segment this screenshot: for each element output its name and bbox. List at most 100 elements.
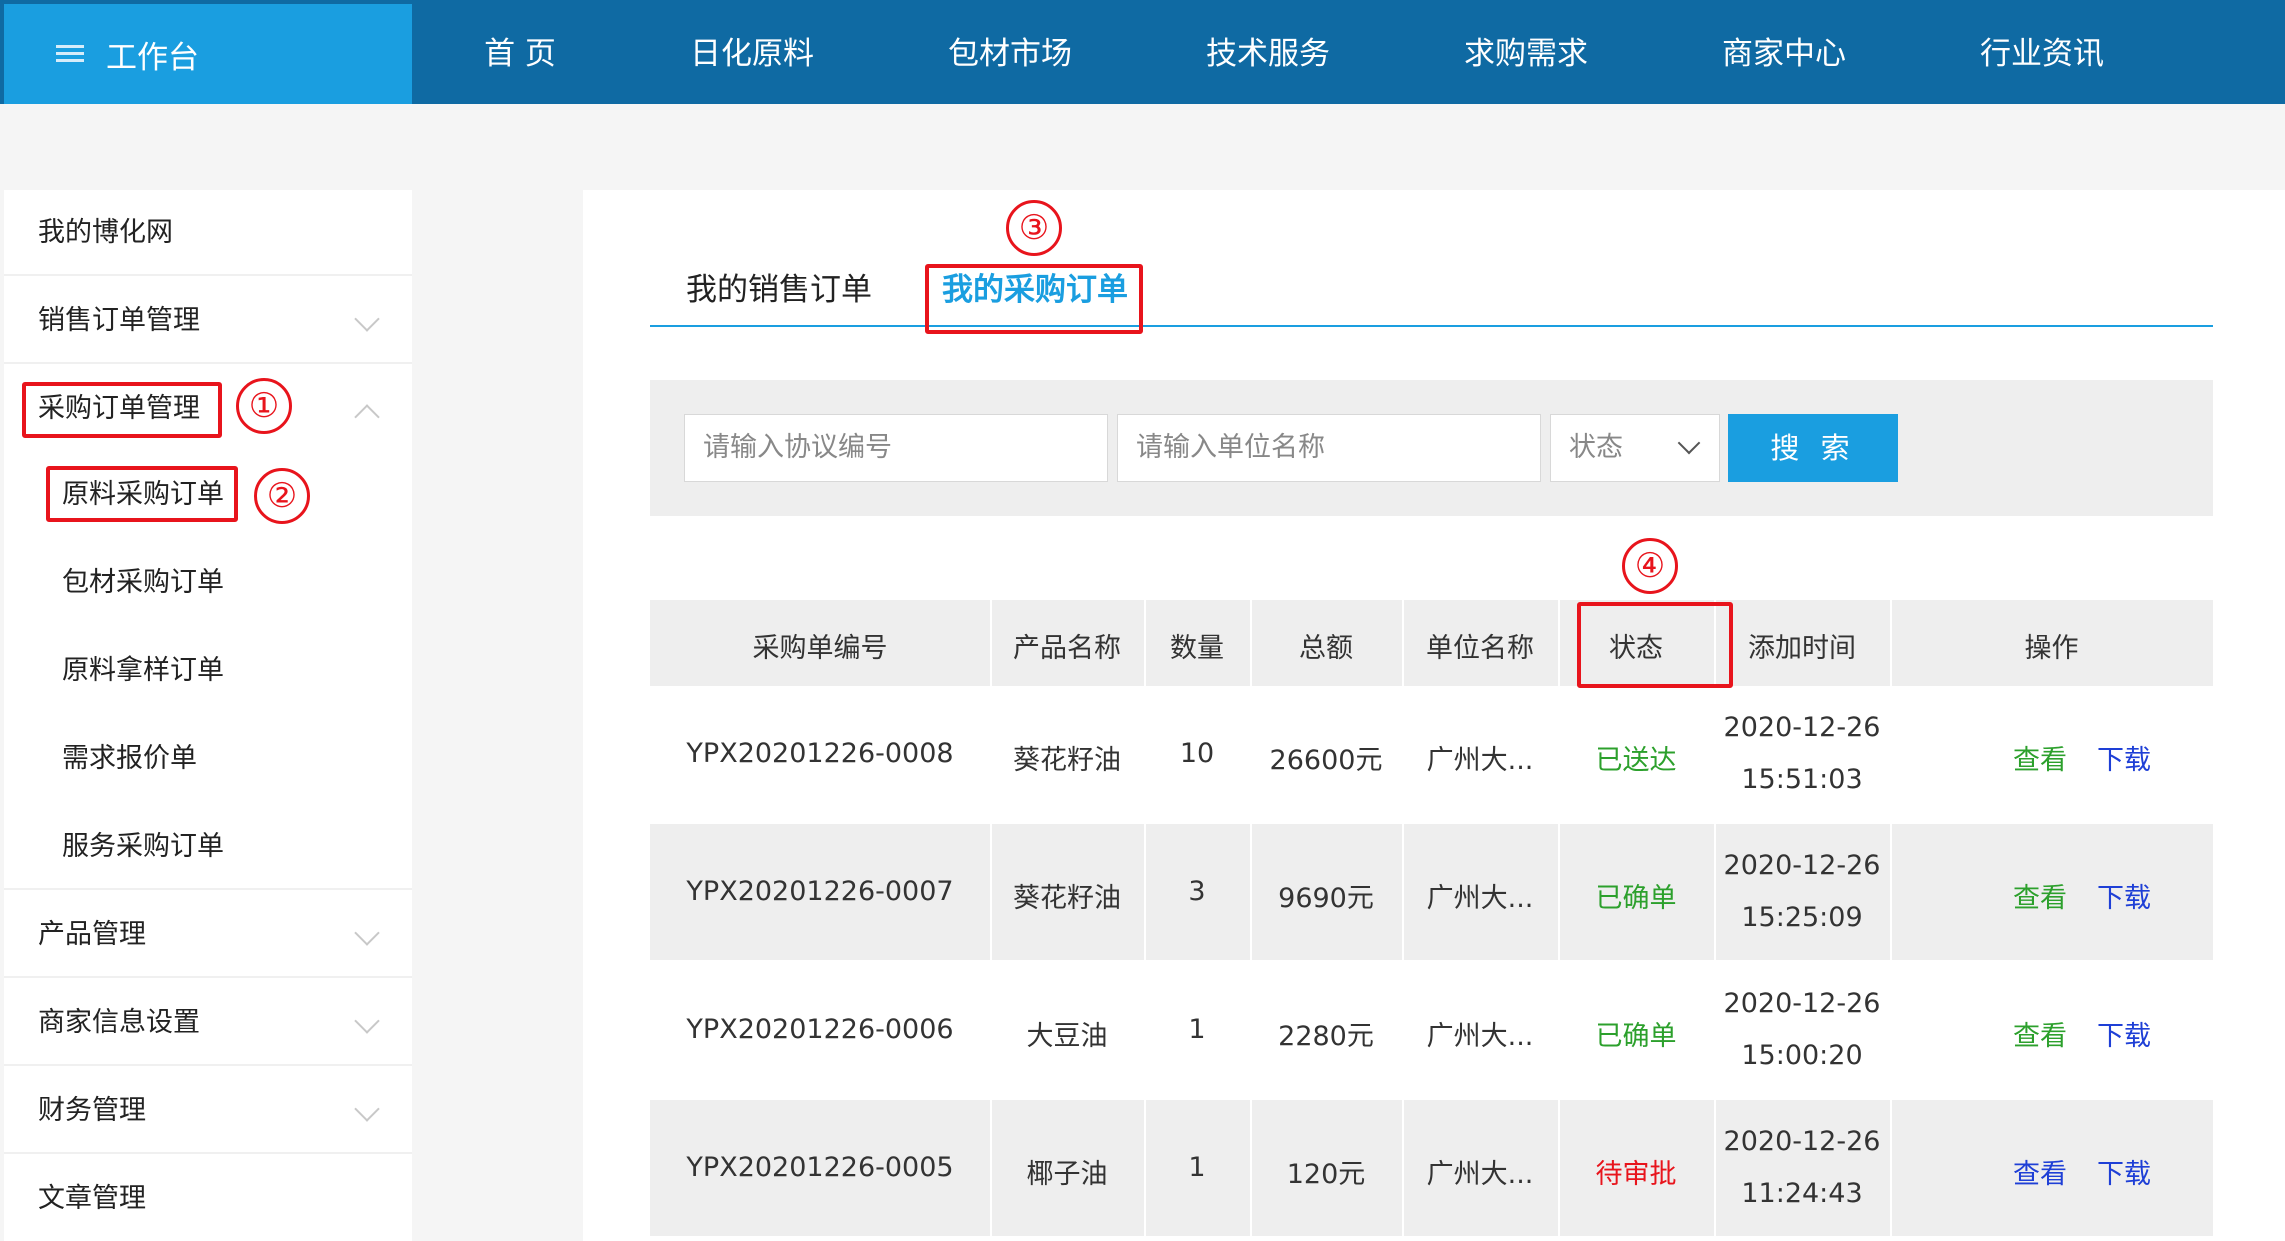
added-date: 2020-12-26 (1723, 712, 1881, 743)
sidebar-item-quotes[interactable]: 需求报价单 (4, 716, 412, 802)
annotation-marker-1: ① (236, 378, 292, 434)
view-link[interactable]: 查看 (2010, 1152, 2070, 1191)
agreement-number-input[interactable]: 请输入协议编号 (684, 414, 1108, 482)
table-row: YPX20201226-0005 椰子油 1 120元 广州大... 待审批 2… (650, 1100, 2213, 1236)
added-date: 2020-12-26 (1723, 850, 1881, 881)
workbench-button[interactable]: 工作台 (4, 4, 412, 104)
product-name: 大豆油 (1026, 1021, 1108, 1052)
header-actions: 操作 (2024, 633, 2079, 664)
nav-purchase-demand[interactable]: 求购需求 (1426, 4, 1626, 104)
nav-tech-service[interactable]: 技术服务 (1168, 4, 1368, 104)
sidebar-item-label: 商家信息设置 (38, 1007, 200, 1038)
status-badge: 已送达 (1595, 745, 1677, 776)
sidebar-item-merchant-info[interactable]: 商家信息设置 (4, 980, 412, 1066)
quantity: 1 (1188, 1014, 1206, 1045)
sidebar-item-sample-orders[interactable]: 原料拿样订单 (4, 628, 412, 714)
quantity: 3 (1188, 876, 1206, 907)
chevron-down-icon (1677, 431, 1701, 455)
header-unit: 单位名称 (1426, 633, 1534, 664)
sidebar-item-articles[interactable]: 文章管理 (4, 1156, 412, 1241)
chevron-down-icon (354, 306, 380, 332)
sidebar-item-label: 财务管理 (38, 1095, 146, 1126)
sidebar-item-sales-orders[interactable]: 销售订单管理 (4, 278, 412, 364)
download-link[interactable]: 下载 (2094, 738, 2154, 777)
nav-raw-materials[interactable]: 日化原料 (652, 4, 852, 104)
added-time: 15:51:03 (1741, 764, 1863, 795)
product-name: 椰子油 (1026, 1159, 1108, 1190)
status-badge: 待审批 (1595, 1159, 1677, 1190)
added-time: 15:25:09 (1741, 902, 1863, 933)
quantity: 1 (1188, 1152, 1206, 1183)
sidebar-item-label: 销售订单管理 (38, 305, 200, 336)
annotation-box-2 (46, 466, 238, 522)
order-id: YPX20201226-0007 (686, 876, 954, 907)
table-row: YPX20201226-0007 葵花籽油 3 9690元 广州大... 已确单… (650, 824, 2213, 960)
quantity: 10 (1179, 738, 1215, 769)
sidebar: 我的博化网 销售订单管理 采购订单管理 原料采购订单 包材采购订单 原料拿样订单… (4, 190, 412, 1241)
view-link[interactable]: 查看 (2010, 876, 2070, 915)
status-select-value: 状态 (1569, 432, 1623, 463)
sidebar-item-packaging-purchase[interactable]: 包材采购订单 (4, 540, 412, 626)
added-date: 2020-12-26 (1723, 1126, 1881, 1157)
annotation-marker-3: ③ (1006, 200, 1062, 256)
annotation-box-1 (22, 382, 222, 438)
header-order-id: 采购单编号 (752, 633, 888, 664)
status-badge: 已确单 (1595, 883, 1677, 914)
chevron-down-icon (354, 920, 380, 946)
chevron-down-icon (354, 1008, 380, 1034)
top-navbar: 工作台 首 页 日化原料 包材市场 技术服务 求购需求 商家中心 行业资讯 (0, 0, 2285, 104)
download-link[interactable]: 下载 (2094, 1152, 2154, 1191)
product-name: 葵花籽油 (1013, 883, 1121, 914)
chevron-up-icon (354, 404, 380, 430)
chevron-down-icon (354, 1096, 380, 1122)
sidebar-item-my-home[interactable]: 我的博化网 (4, 190, 412, 276)
total-amount: 26600元 (1269, 745, 1383, 776)
nav-home[interactable]: 首 页 (420, 4, 620, 104)
header-total: 总额 (1299, 633, 1353, 664)
order-id: YPX20201226-0006 (686, 1014, 954, 1045)
order-id: YPX20201226-0005 (686, 1152, 954, 1183)
annotation-box-3 (925, 264, 1143, 334)
sidebar-item-service-purchase[interactable]: 服务采购订单 (4, 804, 412, 890)
order-id: YPX20201226-0008 (686, 738, 954, 769)
header-added-time: 添加时间 (1748, 633, 1856, 664)
unit-name: 广州大... (1426, 883, 1534, 914)
product-name: 葵花籽油 (1013, 745, 1121, 776)
sidebar-item-label: 产品管理 (38, 919, 146, 950)
brand-label: 工作台 (106, 39, 199, 76)
download-link[interactable]: 下载 (2094, 1014, 2154, 1053)
total-amount: 120元 (1286, 1159, 1366, 1190)
tab-sales-orders[interactable]: 我的销售订单 (686, 250, 872, 330)
search-button[interactable]: 搜 索 (1728, 414, 1898, 482)
nav-industry-news[interactable]: 行业资讯 (1942, 4, 2142, 104)
table-row: YPX20201226-0006 大豆油 1 2280元 广州大... 已确单 … (650, 962, 2213, 1098)
download-link[interactable]: 下载 (2094, 876, 2154, 915)
added-date: 2020-12-26 (1723, 988, 1881, 1019)
main-panel: 我的销售订单 我的采购订单 请输入协议编号 请输入单位名称 状态 搜 索 采购单… (583, 190, 2285, 1241)
added-time: 11:24:43 (1741, 1178, 1863, 1209)
tab-underline (650, 325, 2213, 327)
unit-name: 广州大... (1426, 745, 1534, 776)
unit-name: 广州大... (1426, 1159, 1534, 1190)
added-time: 15:00:20 (1741, 1040, 1863, 1071)
unit-name: 广州大... (1426, 1021, 1534, 1052)
table-header: 采购单编号 产品名称 数量 总额 单位名称 状态 添加时间 操作 (650, 600, 2213, 686)
annotation-marker-2: ② (254, 468, 310, 524)
status-badge: 已确单 (1595, 1021, 1677, 1052)
status-select[interactable]: 状态 (1550, 414, 1720, 482)
view-link[interactable]: 查看 (2010, 738, 2070, 777)
nav-merchant-center[interactable]: 商家中心 (1684, 4, 1884, 104)
nav-packaging[interactable]: 包材市场 (910, 4, 1110, 104)
total-amount: 2280元 (1278, 1021, 1374, 1052)
menu-icon (56, 43, 84, 65)
header-qty: 数量 (1170, 633, 1224, 664)
view-link[interactable]: 查看 (2010, 1014, 2070, 1053)
sidebar-item-finance[interactable]: 财务管理 (4, 1068, 412, 1154)
annotation-box-4 (1577, 602, 1733, 688)
annotation-marker-4: ④ (1622, 538, 1678, 594)
sidebar-item-products[interactable]: 产品管理 (4, 892, 412, 978)
total-amount: 9690元 (1278, 883, 1374, 914)
header-product: 产品名称 (1013, 633, 1121, 664)
unit-name-input[interactable]: 请输入单位名称 (1117, 414, 1541, 482)
table-row: YPX20201226-0008 葵花籽油 10 26600元 广州大... 已… (650, 686, 2213, 822)
